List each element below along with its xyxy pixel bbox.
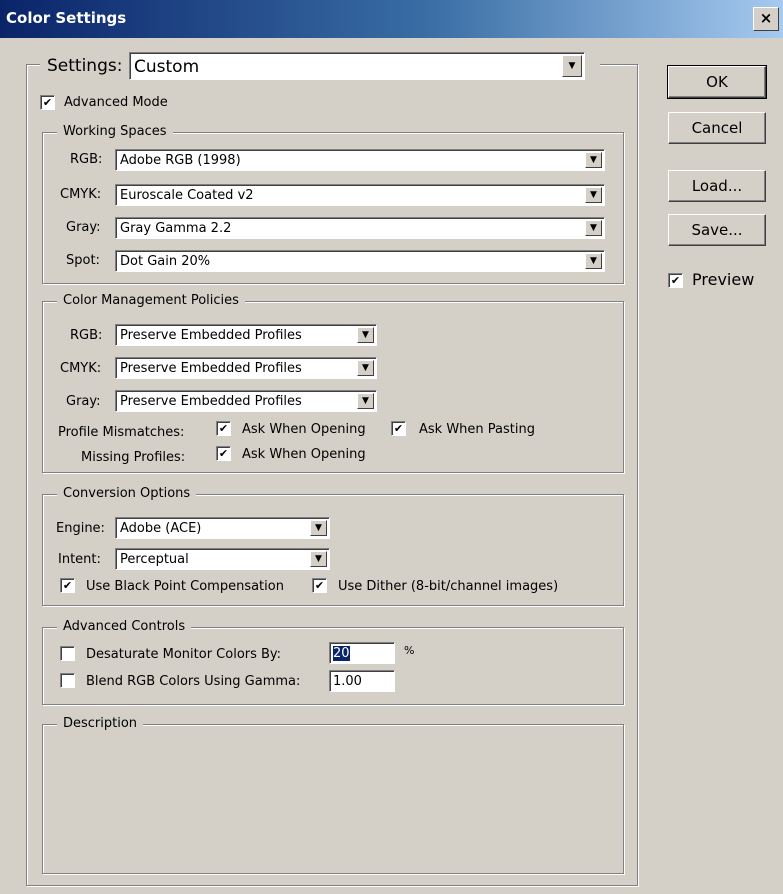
advanced-mode-label: Advanced Mode <box>64 95 168 110</box>
percent-label: % <box>404 644 415 657</box>
dither-label: Use Dither (8-bit/channel images) <box>338 579 559 594</box>
ws-cmyk-value: Euroscale Coated v2 <box>120 188 254 203</box>
ask-when-opening-label: Ask When Opening <box>242 422 366 437</box>
missing-profiles-label: Missing Profiles: <box>81 450 186 465</box>
desaturate-label: Desaturate Monitor Colors By: <box>86 647 282 662</box>
ws-spot-select[interactable]: Dot Gain 20% ▼ <box>115 250 605 272</box>
ws-rgb-select[interactable]: Adobe RGB (1998) ▼ <box>115 149 605 171</box>
advanced-controls-group: Advanced Controls <box>42 619 624 705</box>
advanced-controls-legend: Advanced Controls <box>57 619 192 635</box>
cancel-button[interactable]: Cancel <box>668 112 766 144</box>
profile-mismatches-label: Profile Mismatches: <box>58 425 185 440</box>
chevron-down-icon[interactable]: ▼ <box>357 393 374 409</box>
desaturate-value: 20 <box>333 646 350 661</box>
ws-gray-value: Gray Gamma 2.2 <box>120 221 232 236</box>
window-title: Color Settings <box>6 9 127 27</box>
black-point-checkbox[interactable]: ✔ <box>60 578 75 593</box>
chevron-down-icon[interactable]: ▼ <box>562 55 582 77</box>
working-spaces-legend: Working Spaces <box>57 124 173 140</box>
ws-rgb-label: RGB: <box>70 152 103 167</box>
policies-legend: Color Management Policies <box>57 293 245 309</box>
ws-spot-label: Spot: <box>66 253 100 268</box>
ok-button[interactable]: OK <box>667 65 767 99</box>
dither-checkbox[interactable]: ✔ <box>312 578 327 593</box>
black-point-label: Use Black Point Compensation <box>86 579 284 594</box>
pol-gray-value: Preserve Embedded Profiles <box>120 394 302 409</box>
close-icon[interactable]: × <box>753 7 779 31</box>
intent-label: Intent: <box>58 552 101 567</box>
chevron-down-icon[interactable]: ▼ <box>585 220 602 236</box>
ask-when-opening-checkbox[interactable]: ✔ <box>216 421 231 436</box>
settings-select[interactable]: Custom ▼ <box>129 52 585 80</box>
pol-cmyk-label: CMYK: <box>60 361 102 376</box>
missing-ask-opening-checkbox[interactable]: ✔ <box>216 446 231 461</box>
ask-when-pasting-checkbox[interactable]: ✔ <box>391 421 406 436</box>
pol-cmyk-select[interactable]: Preserve Embedded Profiles ▼ <box>115 357 377 379</box>
description-group: Description <box>42 716 624 874</box>
pol-rgb-select[interactable]: Preserve Embedded Profiles ▼ <box>115 324 377 346</box>
ws-spot-value: Dot Gain 20% <box>120 254 211 269</box>
chevron-down-icon[interactable]: ▼ <box>357 360 374 376</box>
chevron-down-icon[interactable]: ▼ <box>310 520 327 536</box>
pol-gray-select[interactable]: Preserve Embedded Profiles ▼ <box>115 390 377 412</box>
intent-select[interactable]: Perceptual ▼ <box>115 548 330 570</box>
blend-gamma-checkbox[interactable] <box>60 673 75 688</box>
chevron-down-icon[interactable]: ▼ <box>585 152 602 168</box>
ask-when-pasting-label: Ask When Pasting <box>419 422 535 437</box>
title-bar: Color Settings × <box>0 0 783 38</box>
missing-ask-opening-label: Ask When Opening <box>242 447 366 462</box>
ws-rgb-value: Adobe RGB (1998) <box>120 153 241 168</box>
blend-gamma-value: 1.00 <box>333 674 362 689</box>
pol-rgb-value: Preserve Embedded Profiles <box>120 328 302 343</box>
description-legend: Description <box>57 716 144 732</box>
pol-rgb-label: RGB: <box>70 328 103 343</box>
chevron-down-icon[interactable]: ▼ <box>585 253 602 269</box>
ws-cmyk-label: CMYK: <box>60 187 102 202</box>
blend-gamma-label: Blend RGB Colors Using Gamma: <box>86 674 301 689</box>
engine-select[interactable]: Adobe (ACE) ▼ <box>115 517 330 539</box>
preview-label: Preview <box>692 270 755 289</box>
conversion-legend: Conversion Options <box>57 486 197 502</box>
ws-gray-label: Gray: <box>66 220 101 235</box>
advanced-mode-checkbox[interactable]: ✔ <box>40 95 55 110</box>
blend-gamma-input[interactable]: 1.00 <box>329 670 395 692</box>
chevron-down-icon[interactable]: ▼ <box>310 551 327 567</box>
engine-value: Adobe (ACE) <box>120 521 202 536</box>
settings-label: Settings: <box>47 56 123 76</box>
ws-gray-select[interactable]: Gray Gamma 2.2 ▼ <box>115 217 605 239</box>
preview-checkbox[interactable]: ✔ <box>668 273 683 288</box>
intent-value: Perceptual <box>120 552 189 567</box>
desaturate-input[interactable]: 20 <box>329 642 395 664</box>
chevron-down-icon[interactable]: ▼ <box>357 327 374 343</box>
settings-value: Custom <box>134 57 200 77</box>
save-button[interactable]: Save... <box>668 214 766 246</box>
ws-cmyk-select[interactable]: Euroscale Coated v2 ▼ <box>115 184 605 206</box>
pol-gray-label: Gray: <box>66 394 101 409</box>
engine-label: Engine: <box>56 521 105 536</box>
pol-cmyk-value: Preserve Embedded Profiles <box>120 361 302 376</box>
desaturate-checkbox[interactable] <box>60 646 75 661</box>
chevron-down-icon[interactable]: ▼ <box>585 187 602 203</box>
load-button[interactable]: Load... <box>668 170 766 202</box>
